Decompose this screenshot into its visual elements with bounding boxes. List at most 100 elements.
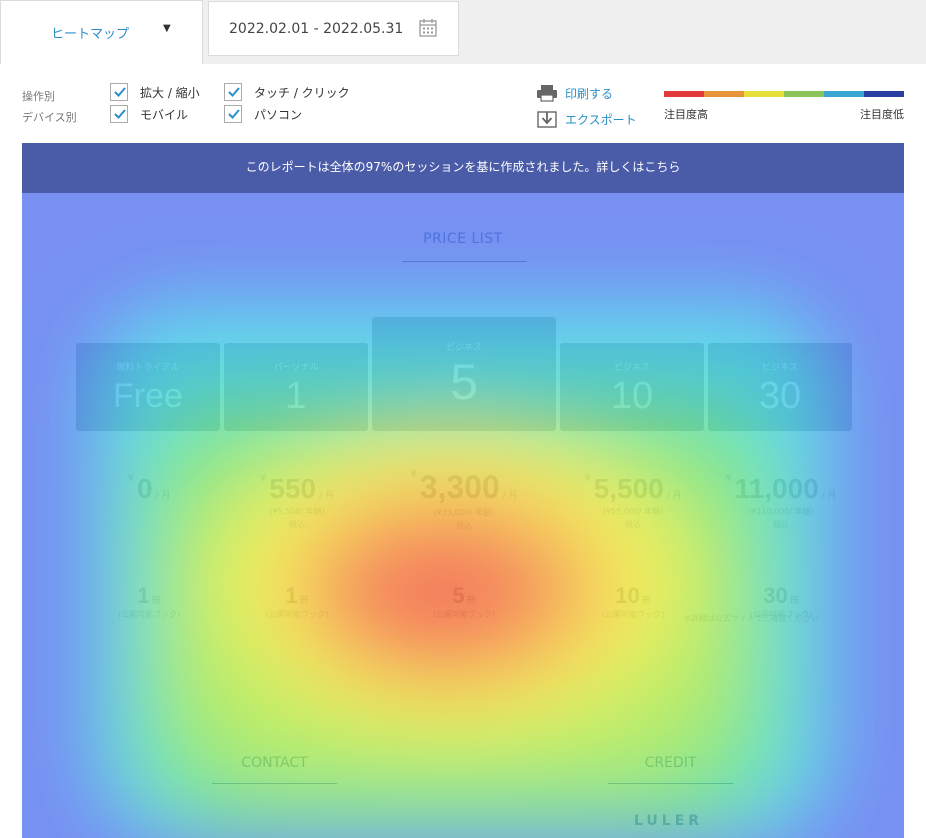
price-annual-note: (¥110,000/ 年額) <box>748 507 814 516</box>
books-personal: 1冊 (公開可能ブック) <box>224 583 370 620</box>
title-underline <box>402 261 527 262</box>
price-annual-note: (¥5,500/ 年額) <box>269 507 325 516</box>
price-tax-note: 税込 <box>625 520 641 529</box>
pc-checkbox[interactable]: パソコン <box>224 105 302 123</box>
date-range-picker[interactable]: 2022.02.01 - 2022.05.31 <box>208 1 459 56</box>
contact-link[interactable]: CONTACT <box>212 755 337 771</box>
touch-click-checkbox[interactable]: タッチ / クリック <box>224 83 350 101</box>
price-per: / 月 <box>821 491 837 501</box>
plan-sub-label: パーソナル <box>273 363 319 373</box>
printer-icon <box>537 85 557 102</box>
mobile-label: モバイル <box>140 107 189 122</box>
credit-underline <box>608 783 733 784</box>
report-type-label: ヒートマップ <box>51 27 130 42</box>
legend-swatch-4 <box>784 91 824 97</box>
price-amount: 5,500 <box>593 473 664 504</box>
price-per: / 月 <box>666 491 682 501</box>
plan-sub-label: 無料トライアル <box>116 363 180 373</box>
session-notice-banner[interactable]: このレポートは全体の97%のセッションを基に作成されました。詳しくはこちら <box>22 143 904 193</box>
mobile-checkbox[interactable]: モバイル <box>110 105 188 123</box>
legend-swatch-3 <box>744 91 784 97</box>
price-per: / 月 <box>155 491 171 501</box>
books-unit: 冊 <box>789 596 799 606</box>
legend-low-label: 注目度低 <box>860 108 904 121</box>
books-business-5: 5冊 (公開可能ブック) <box>391 583 537 620</box>
yen-sign: ¥ <box>584 473 591 484</box>
books-count: 1 <box>137 583 150 608</box>
touch-click-label: タッチ / クリック <box>254 85 350 100</box>
date-range-text: 2022.02.01 - 2022.05.31 <box>229 21 404 37</box>
plan-sub-label: ビジネス <box>445 343 482 353</box>
price-amount: 11,000 <box>734 473 819 504</box>
report-type-dropdown[interactable]: ヒートマップ ▼ <box>0 0 203 64</box>
price-tax-note: 税込 <box>773 520 789 529</box>
books-note: (公開可能ブック) <box>432 610 496 619</box>
plan-big-label: 5 <box>450 354 478 410</box>
export-label: エクスポート <box>565 112 637 127</box>
print-button[interactable]: 印刷する <box>536 84 613 102</box>
plan-card-business-10: ビジネス 10 <box>560 343 704 431</box>
books-note: (公開可能ブック) <box>265 610 329 619</box>
legend-swatch-1 <box>664 91 704 97</box>
books-count: 5 <box>452 583 465 608</box>
books-unit: 冊 <box>151 596 161 606</box>
legend-color-bar <box>664 91 904 97</box>
legend-swatch-5 <box>824 91 864 97</box>
chevron-down-icon: ▼ <box>163 23 171 34</box>
price-annual-note: (¥55,000/ 年額) <box>602 507 664 516</box>
legend-swatch-6 <box>864 91 904 97</box>
price-tax-note: 税込 <box>289 520 305 529</box>
price-free: ¥0/ 月 <box>76 473 222 505</box>
price-amount: 3,300 <box>419 469 500 505</box>
zoom-checkbox[interactable]: 拡大 / 縮小 <box>110 83 200 101</box>
books-unit: 冊 <box>641 596 651 606</box>
heatmap-panel: 操作別 デバイス別 拡大 / 縮小 タッチ / クリック モバイル パソコン 印… <box>0 64 926 838</box>
plan-sub-label: ビジネス <box>613 363 650 373</box>
plan-big-label: Free <box>113 377 183 415</box>
legend-swatch-2 <box>704 91 744 97</box>
luler-logo: LULER <box>634 813 704 829</box>
price-amount: 550 <box>269 473 317 504</box>
price-business-10: ¥5,500/ 月 (¥55,000/ 年額) 税込 <box>560 473 706 531</box>
page-snapshot: PRICE LIST 無料トライアル Free パーソナル 1 ビジネス 5 ビ… <box>22 193 904 838</box>
price-amount: 0 <box>136 473 153 504</box>
plan-big-label: 1 <box>285 375 307 417</box>
price-list-title: PRICE LIST <box>423 231 503 247</box>
plan-card-free: 無料トライアル Free <box>76 343 220 431</box>
device-filter-label: デバイス別 <box>22 111 77 124</box>
price-tax-note: 税込 <box>456 521 472 530</box>
official-site-footnote: ※詳細は公式サイトでご確認ください <box>684 614 819 623</box>
checkbox-checked-icon <box>110 83 128 101</box>
print-label: 印刷する <box>565 86 614 101</box>
plan-big-label: 30 <box>758 375 802 417</box>
price-per: / 月 <box>502 491 518 501</box>
credit-link[interactable]: CREDIT <box>608 755 733 771</box>
books-free: 1冊 (公開可能ブック) <box>76 583 222 620</box>
checkbox-checked-icon <box>224 105 242 123</box>
plan-card-business-5: ビジネス 5 <box>372 317 556 431</box>
contact-underline <box>212 783 337 784</box>
export-button[interactable]: エクスポート <box>536 110 637 128</box>
books-unit: 冊 <box>466 596 476 606</box>
legend-high-label: 注目度高 <box>664 108 708 121</box>
checkbox-checked-icon <box>224 83 242 101</box>
price-business-5: ¥3,300/ 月 (¥33,000/ 年額) 税込 <box>391 469 537 532</box>
plan-big-label: 10 <box>610 375 654 417</box>
zoom-label: 拡大 / 縮小 <box>140 85 200 100</box>
yen-sign: ¥ <box>127 473 134 484</box>
books-note: (公開可能ブック) <box>117 610 181 619</box>
operation-filter-label: 操作別 <box>22 90 55 103</box>
heatmap-viewport[interactable]: このレポートは全体の97%のセッションを基に作成されました。詳しくはこちら PR… <box>22 143 904 838</box>
books-unit: 冊 <box>299 596 309 606</box>
calendar-icon <box>419 19 437 37</box>
price-per: / 月 <box>319 491 334 501</box>
download-icon <box>537 111 557 128</box>
books-count: 30 <box>763 583 788 608</box>
attention-legend: 注目度高 注目度低 <box>664 91 904 121</box>
yen-sign: ¥ <box>410 469 417 480</box>
price-annual-note: (¥33,000/ 年額) <box>433 508 495 517</box>
books-count: 1 <box>285 583 298 608</box>
books-count: 10 <box>615 583 640 608</box>
top-bar: ヒートマップ ▼ 2022.02.01 - 2022.05.31 <box>0 0 926 64</box>
yen-sign: ¥ <box>260 473 267 484</box>
